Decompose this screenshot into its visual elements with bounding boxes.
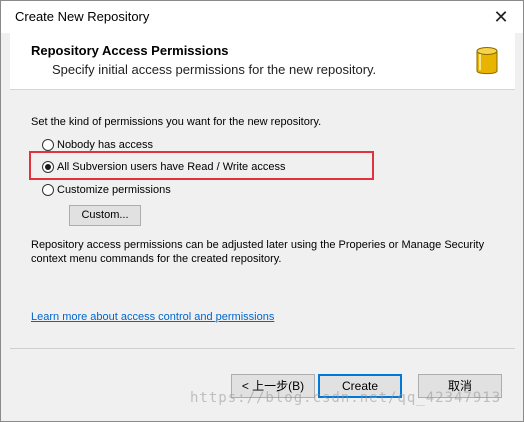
radio-all-users-read-write[interactable]: All Subversion users have Read / Write a…	[42, 159, 285, 175]
radio-label: Nobody has access	[57, 139, 153, 151]
wizard-header: Repository Access Permissions Specify in…	[10, 33, 515, 90]
radio-label: Customize permissions	[57, 184, 171, 196]
description-text: Repository access permissions can be adj…	[31, 239, 485, 265]
intro-text: Set the kind of permissions you want for…	[31, 116, 322, 128]
header-subtitle: Specify initial access permissions for t…	[52, 62, 377, 77]
radio-label: All Subversion users have Read / Write a…	[57, 161, 286, 173]
watermark-text: https://blog.csdn.net/qq_42347913	[190, 390, 502, 406]
radio-button[interactable]	[42, 139, 54, 151]
window-title: Create New Repository	[15, 9, 150, 24]
footer-divider	[10, 348, 515, 349]
header-title: Repository Access Permissions	[31, 43, 229, 58]
radio-button[interactable]	[42, 184, 54, 196]
database-icon	[476, 47, 498, 75]
radio-button-selected[interactable]	[42, 161, 54, 173]
wizard-body: Set the kind of permissions you want for…	[10, 90, 515, 348]
custom-button[interactable]: Custom...	[69, 205, 141, 226]
close-icon[interactable]: ✕	[489, 5, 513, 29]
radio-customize-permissions[interactable]: Customize permissions	[42, 182, 171, 198]
create-repository-dialog: Create New Repository ✕ Repository Acces…	[0, 0, 524, 422]
learn-more-link[interactable]: Learn more about access control and perm…	[31, 311, 274, 323]
title-bar: Create New Repository ✕	[1, 1, 523, 33]
